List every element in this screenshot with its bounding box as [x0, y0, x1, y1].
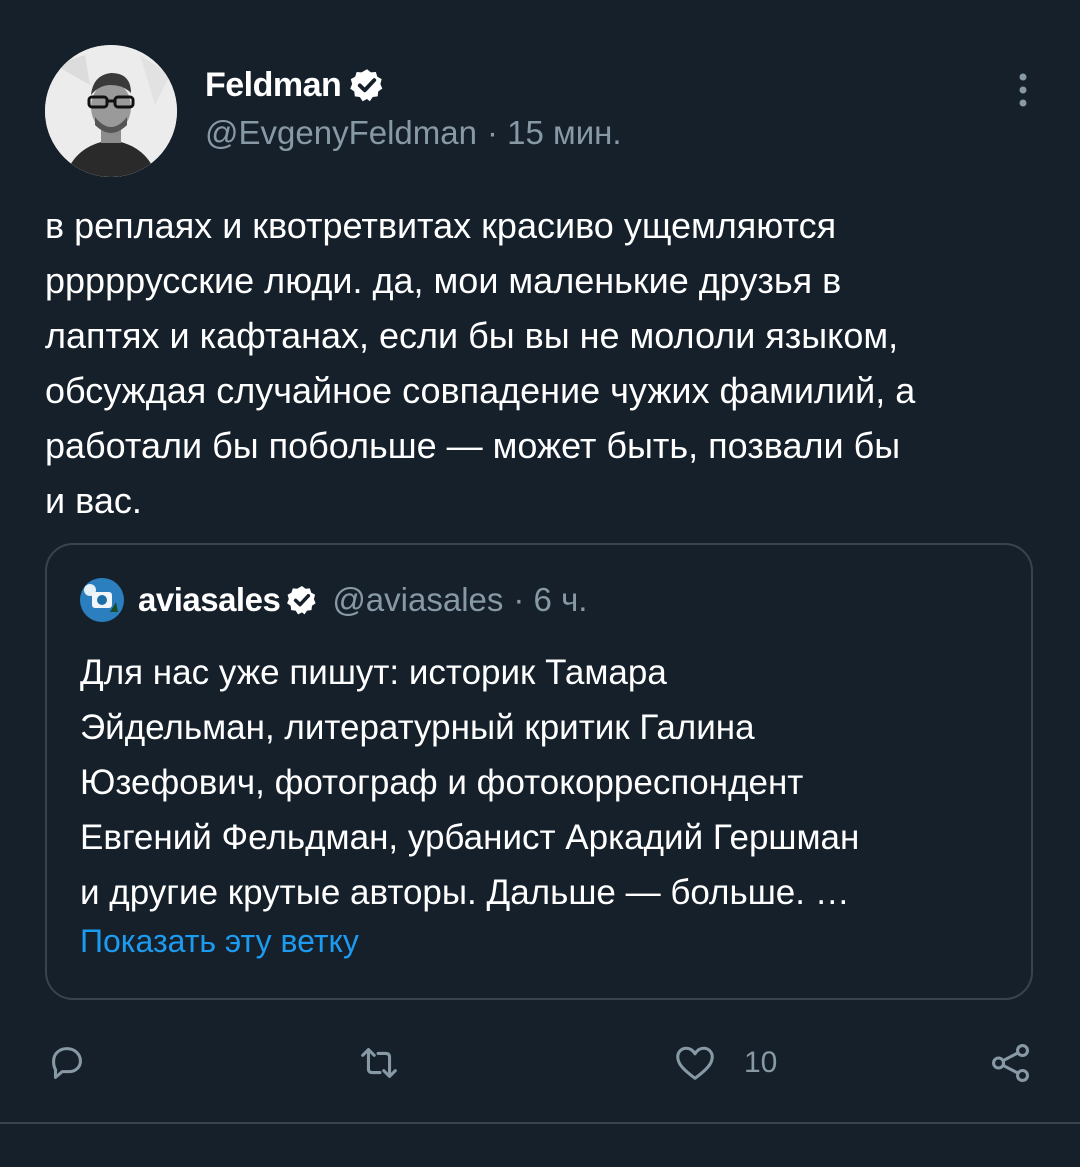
retweet-button[interactable]	[356, 1033, 402, 1093]
quoted-tweet-header: aviasales @aviasales · 6 ч.	[80, 578, 587, 622]
tweet-action-bar: 10	[0, 1033, 1080, 1103]
quoted-text-line: Для нас уже пишут: историк Тамара	[80, 653, 667, 692]
author-handle[interactable]: @EvgenyFeldman	[205, 114, 477, 152]
like-count: 10	[744, 1046, 778, 1079]
tweet-text: в реплаях и квотретвитах красиво ущемляю…	[45, 198, 1045, 528]
quoted-text-line: и другие крутые авторы. Дальше — больше.…	[80, 873, 850, 912]
tweet-text-line: рррррусские люди. да, мои маленькие друз…	[45, 260, 842, 301]
tweet-text-line: лаптях и кафтанах, если бы вы не мололи …	[45, 315, 899, 356]
author-handle-row: @EvgenyFeldman · 15 мин.	[205, 110, 622, 156]
quoted-text-line: Эйдельман, литературный критик Галина	[80, 708, 755, 747]
quoted-tweet-text: Для нас уже пишут: историк Тамара Эйдель…	[80, 645, 1010, 920]
heart-icon	[676, 1046, 714, 1080]
author-name-row[interactable]: Feldman	[205, 60, 385, 110]
tweet-text-line: в реплаях и квотретвитах красиво ущемляю…	[45, 205, 837, 246]
like-button[interactable]: 10	[672, 1033, 777, 1093]
tweet-text-line: и вас.	[45, 480, 142, 521]
share-button[interactable]	[988, 1033, 1034, 1093]
reply-icon	[52, 1047, 82, 1079]
quoted-text-line: Евгений Фельдман, урбанист Аркадий Гершм…	[80, 818, 860, 857]
verified-badge-icon	[287, 586, 316, 615]
quoted-tweet-timestamp[interactable]: · 6 ч.	[513, 581, 587, 619]
tweet-timestamp[interactable]: · 15 мин.	[487, 114, 622, 152]
quoted-author-handle[interactable]: @aviasales	[332, 581, 503, 619]
share-icon	[992, 1044, 1030, 1082]
verified-badge-icon	[350, 69, 383, 102]
show-thread-link[interactable]: Показать эту ветку	[80, 923, 359, 960]
tweet-text-line: обсуждая случайное совпадение чужих фами…	[45, 370, 916, 411]
more-options-icon[interactable]	[1008, 70, 1038, 110]
author-display-name[interactable]: Feldman	[205, 66, 342, 105]
author-avatar[interactable]	[45, 45, 177, 177]
retweet-icon	[361, 1048, 397, 1078]
reply-button[interactable]	[44, 1033, 90, 1093]
quoted-author-display-name[interactable]: aviasales	[138, 581, 281, 619]
quoted-text-line: Юзефович, фотограф и фотокорреспондент	[80, 763, 804, 802]
divider	[0, 1122, 1080, 1124]
tweet-text-line: работали бы побольше — может быть, позва…	[45, 425, 901, 466]
quoted-author-avatar[interactable]	[80, 578, 124, 622]
tweet: Feldman @EvgenyFeldman · 15 мин. в репла…	[0, 0, 1080, 1167]
quoted-tweet-card[interactable]: aviasales @aviasales · 6 ч. Для нас уже …	[45, 543, 1033, 1000]
